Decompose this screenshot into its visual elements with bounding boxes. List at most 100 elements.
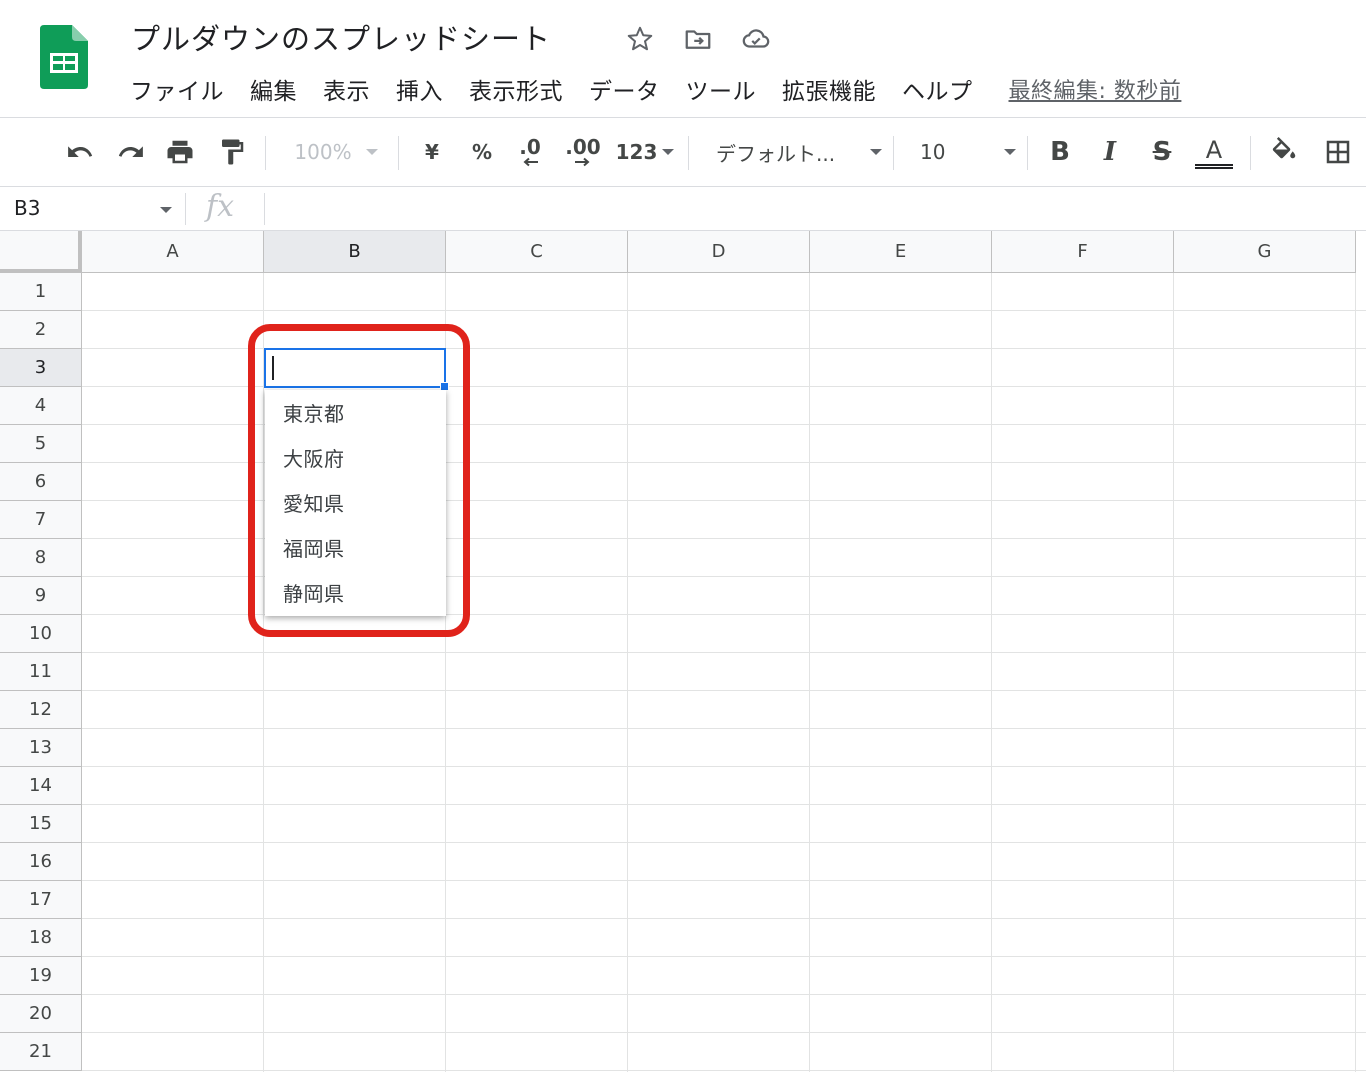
column-header-a[interactable]: A	[82, 231, 264, 273]
spreadsheet-grid: A B C D E F G 1 2 3 4 5 6 7 8 9 10 11 12…	[0, 231, 1366, 1072]
chevron-down-icon	[1004, 149, 1016, 155]
column-headers: A B C D E F G	[82, 231, 1356, 273]
borders-icon[interactable]	[1318, 132, 1358, 172]
toolbar-divider	[265, 136, 266, 170]
number-format-label: 123	[615, 140, 658, 164]
zoom-value: 100%	[294, 140, 352, 164]
menu-edit[interactable]: 編集	[250, 72, 297, 106]
formula-bar-divider	[185, 193, 186, 225]
cloud-saved-icon[interactable]	[738, 22, 774, 56]
row-header[interactable]: 3	[0, 349, 82, 387]
row-header[interactable]: 11	[0, 653, 82, 691]
fill-color-icon[interactable]	[1264, 132, 1304, 172]
font-family-select[interactable]: デフォルト...	[716, 132, 882, 172]
redo-icon[interactable]	[111, 132, 151, 172]
column-header-e[interactable]: E	[810, 231, 992, 273]
row-header[interactable]: 5	[0, 425, 82, 463]
increase-decimal-button[interactable]: .00	[560, 132, 606, 172]
row-header[interactable]: 17	[0, 881, 82, 919]
menu-view[interactable]: 表示	[323, 72, 370, 106]
move-folder-icon[interactable]	[680, 22, 716, 56]
text-color-button[interactable]: A	[1194, 132, 1234, 172]
font-size-select[interactable]: 10	[920, 132, 1016, 172]
row-header[interactable]: 8	[0, 539, 82, 577]
row-header[interactable]: 9	[0, 577, 82, 615]
menu-tools[interactable]: ツール	[686, 72, 757, 106]
bold-label: B	[1050, 137, 1070, 167]
toolbar-divider	[1250, 136, 1251, 170]
select-all-corner[interactable]	[0, 231, 82, 273]
menu-format[interactable]: 表示形式	[469, 72, 563, 106]
bold-button[interactable]: B	[1040, 132, 1080, 172]
decrease-decimal-button[interactable]: .0	[510, 132, 550, 172]
chevron-down-icon	[870, 149, 882, 155]
row-header[interactable]: 16	[0, 843, 82, 881]
row-header[interactable]: 4	[0, 387, 82, 425]
row-headers: 1 2 3 4 5 6 7 8 9 10 11 12 13 14 15 16 1…	[0, 273, 82, 1071]
row-header[interactable]: 13	[0, 729, 82, 767]
last-edit-link[interactable]: 最終編集: 数秒前	[1009, 73, 1182, 105]
toolbar-divider	[398, 136, 399, 170]
row-header[interactable]: 1	[0, 273, 82, 311]
number-format-select[interactable]: 123	[614, 132, 676, 172]
menu-help[interactable]: ヘルプ	[902, 72, 973, 106]
fx-icon: fx	[206, 189, 235, 224]
row-header[interactable]: 6	[0, 463, 82, 501]
strikethrough-button[interactable]: S	[1142, 132, 1182, 172]
toolbar-divider	[688, 136, 689, 170]
column-header-f[interactable]: F	[992, 231, 1174, 273]
text-color-label: A	[1205, 135, 1223, 164]
column-header-c[interactable]: C	[446, 231, 628, 273]
percent-label: %	[471, 140, 493, 164]
name-box[interactable]: B3	[14, 196, 40, 220]
row-header[interactable]: 15	[0, 805, 82, 843]
italic-label: I	[1103, 137, 1117, 167]
row-header[interactable]: 10	[0, 615, 82, 653]
increase-decimal-label: .00	[565, 135, 601, 159]
annotation-highlight-box	[248, 324, 470, 637]
currency-format-button[interactable]: ¥	[414, 132, 450, 172]
sheets-logo-icon[interactable]	[40, 25, 88, 89]
row-header[interactable]: 14	[0, 767, 82, 805]
chevron-down-icon[interactable]	[160, 207, 172, 213]
toolbar: 100% ¥ % .0 .00 123 デフォルト... 10 B I S A	[0, 118, 1366, 187]
toolbar-divider	[893, 136, 894, 170]
menu-bar: ファイル 編集 表示 挿入 表示形式 データ ツール 拡張機能 ヘルプ 最終編集…	[130, 72, 1181, 106]
font-family-label: デフォルト...	[716, 141, 836, 166]
print-icon[interactable]	[160, 132, 200, 172]
toolbar-divider	[1027, 136, 1028, 170]
row-header[interactable]: 18	[0, 919, 82, 957]
font-size-label: 10	[920, 140, 946, 164]
strikethrough-label: S	[1152, 137, 1172, 167]
percent-format-button[interactable]: %	[464, 132, 500, 172]
currency-label: ¥	[425, 140, 439, 164]
menu-insert[interactable]: 挿入	[396, 72, 443, 106]
menu-extensions[interactable]: 拡張機能	[782, 72, 876, 106]
row-header[interactable]: 19	[0, 957, 82, 995]
arrow-left-icon	[523, 157, 538, 167]
decrease-decimal-label: .0	[519, 135, 541, 159]
column-header-d[interactable]: D	[628, 231, 810, 273]
chevron-down-icon	[365, 149, 378, 155]
menu-file[interactable]: ファイル	[130, 72, 224, 106]
undo-icon[interactable]	[60, 132, 100, 172]
row-header[interactable]: 21	[0, 1033, 82, 1071]
star-icon[interactable]	[622, 22, 658, 56]
formula-bar: B3 fx	[0, 187, 1366, 231]
formula-bar-divider	[264, 193, 265, 225]
column-header-g[interactable]: G	[1174, 231, 1356, 273]
formula-input[interactable]	[280, 197, 1280, 223]
arrow-right-icon	[575, 157, 590, 167]
row-header[interactable]: 2	[0, 311, 82, 349]
chevron-down-icon	[662, 149, 675, 155]
italic-button[interactable]: I	[1090, 132, 1130, 172]
column-header-b[interactable]: B	[264, 231, 446, 273]
row-header[interactable]: 7	[0, 501, 82, 539]
row-header[interactable]: 12	[0, 691, 82, 729]
row-header[interactable]: 20	[0, 995, 82, 1033]
text-color-swatch	[1195, 163, 1233, 169]
paint-format-icon[interactable]	[212, 132, 252, 172]
document-title[interactable]: プルダウンのスプレッドシート	[131, 16, 551, 58]
menu-data[interactable]: データ	[589, 72, 660, 106]
zoom-select[interactable]: 100%	[284, 132, 388, 172]
